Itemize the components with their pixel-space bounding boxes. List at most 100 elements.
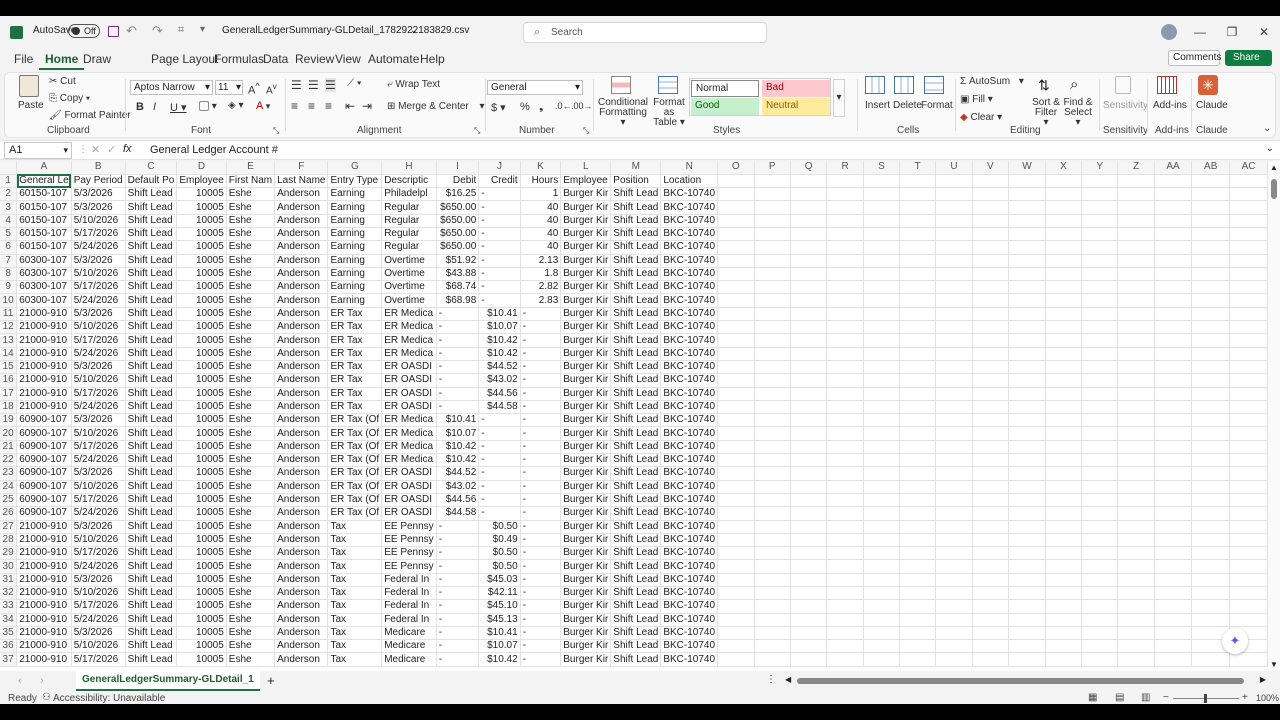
cell[interactable]: Shift Lead (610, 387, 662, 401)
cell[interactable] (899, 360, 937, 375)
row-header[interactable]: 3 (0, 200, 18, 215)
scroll-up-icon[interactable]: ▲ (1270, 163, 1278, 172)
cell[interactable]: Eshe (226, 613, 276, 627)
cell[interactable] (717, 240, 755, 255)
cell[interactable]: Burger Kir (560, 280, 612, 295)
cell[interactable]: ER Medica (381, 333, 437, 348)
cell[interactable] (1229, 613, 1268, 627)
cell[interactable]: Earning (327, 293, 383, 308)
cell[interactable] (754, 533, 791, 548)
cell[interactable] (1008, 480, 1046, 494)
cell[interactable] (1154, 546, 1193, 561)
zoom-slider[interactable] (1173, 694, 1239, 703)
cell[interactable] (1117, 280, 1155, 295)
cell[interactable]: - (520, 506, 562, 521)
cell[interactable]: - (478, 426, 521, 441)
cell[interactable] (717, 293, 755, 308)
cell[interactable]: ER Tax (Of (327, 506, 383, 521)
cell[interactable] (790, 586, 828, 601)
cell[interactable] (1081, 480, 1119, 494)
cell[interactable] (790, 652, 828, 667)
cell[interactable] (935, 559, 973, 574)
cell[interactable]: Hours (520, 174, 562, 189)
row-header[interactable]: 14 (0, 347, 18, 361)
cell[interactable]: 21000-910 (16, 360, 72, 375)
cell[interactable] (1191, 466, 1231, 481)
cell[interactable]: 60900-107 (16, 506, 72, 521)
cell[interactable] (899, 652, 937, 667)
column-header[interactable]: V (972, 161, 1009, 175)
tab-help[interactable]: Help (414, 50, 451, 70)
cell[interactable] (790, 599, 828, 614)
cell[interactable]: ER Medica (381, 440, 437, 455)
cell[interactable]: 10005 (176, 200, 227, 215)
cell[interactable] (790, 573, 828, 588)
cell[interactable] (863, 440, 901, 455)
cell[interactable]: Eshe (226, 466, 276, 481)
cell[interactable]: 10005 (176, 559, 227, 574)
cell[interactable]: 10005 (176, 626, 227, 641)
cell[interactable]: 5/3/2026 (71, 626, 126, 641)
cell[interactable]: Pay Period (71, 174, 126, 189)
cell[interactable] (1117, 546, 1155, 561)
cell[interactable] (790, 320, 828, 335)
format-as-table-button[interactable]: Format as Table ▾ (651, 98, 687, 128)
share-button[interactable]: Share (1225, 50, 1272, 66)
cell[interactable] (935, 293, 973, 308)
cell[interactable] (754, 227, 791, 242)
format-painter-button[interactable]: 🖌 Format Painter (49, 110, 131, 121)
cell[interactable] (1117, 466, 1155, 481)
cell[interactable]: Shift Lead (610, 267, 662, 282)
cell[interactable] (863, 546, 901, 561)
cell[interactable] (935, 254, 973, 268)
cell[interactable] (1008, 520, 1046, 534)
cell[interactable]: Debit (436, 174, 480, 189)
cell[interactable] (899, 426, 937, 441)
enter-icon[interactable]: ✓ (107, 143, 116, 156)
cell[interactable]: - (478, 254, 521, 268)
column-header[interactable]: Z (1117, 161, 1155, 175)
cell[interactable]: Anderson (274, 227, 329, 242)
comma-icon[interactable]: ❟ (539, 101, 543, 114)
column-header[interactable]: B (71, 161, 126, 175)
cell[interactable]: BKC-10740 (660, 280, 719, 295)
cell[interactable] (1191, 360, 1231, 375)
cell[interactable] (935, 480, 973, 494)
cell[interactable] (1081, 214, 1119, 228)
cell[interactable]: Burger Kir (560, 187, 612, 202)
cell[interactable]: - (478, 240, 521, 255)
cell[interactable]: - (520, 400, 562, 415)
row-header[interactable]: 24 (0, 480, 18, 494)
cell[interactable]: 60900-107 (16, 440, 72, 455)
row-header[interactable]: 32 (0, 586, 18, 601)
cell[interactable] (1229, 599, 1268, 614)
cell[interactable]: Burger Kir (560, 307, 612, 322)
cell[interactable] (1117, 200, 1155, 215)
cell[interactable] (790, 426, 828, 441)
cell[interactable] (1045, 493, 1083, 508)
cell[interactable]: Burger Kir (560, 400, 612, 415)
cell[interactable] (1229, 400, 1268, 415)
cell[interactable]: 21000-910 (16, 559, 72, 574)
cell[interactable] (1045, 626, 1083, 641)
cell[interactable] (1008, 307, 1046, 322)
cell[interactable]: 5/3/2026 (71, 254, 126, 268)
cell[interactable] (1008, 546, 1046, 561)
cell[interactable]: 10005 (176, 573, 227, 588)
customize-toolbar-icon[interactable]: ▾ (200, 24, 205, 35)
cell[interactable]: Burger Kir (560, 387, 612, 401)
column-header[interactable]: H (381, 161, 437, 175)
cell[interactable] (863, 480, 901, 494)
cell[interactable]: Anderson (274, 506, 329, 521)
cell[interactable]: - (520, 387, 562, 401)
cell[interactable] (1191, 533, 1231, 548)
cell[interactable] (754, 240, 791, 255)
add-sheet-icon[interactable]: + (267, 673, 275, 688)
cell[interactable] (935, 187, 973, 202)
cell[interactable] (972, 227, 1009, 242)
cell[interactable]: 60300-107 (16, 280, 72, 295)
cell[interactable] (863, 240, 901, 255)
cell[interactable] (1191, 480, 1231, 494)
cell[interactable] (972, 506, 1009, 521)
cell[interactable]: Shift Lead (125, 267, 178, 282)
